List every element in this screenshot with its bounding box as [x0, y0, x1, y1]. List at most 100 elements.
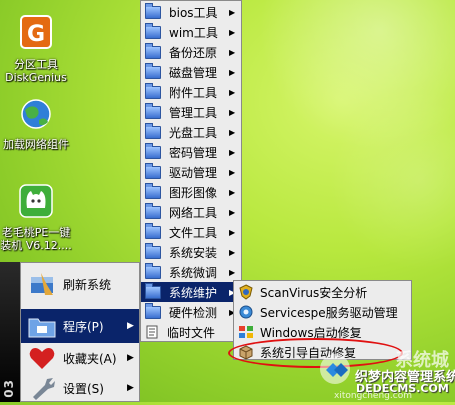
folder-icon	[145, 122, 161, 139]
menu-item-label: 图形图像	[169, 185, 218, 200]
menu-item-label: 临时文件	[167, 325, 216, 340]
submenu-arrow-icon: ▶	[229, 87, 236, 97]
submenu-arrow-icon: ▶	[229, 167, 236, 177]
start-item-programs[interactable]: 程序(P) ▶	[21, 309, 139, 343]
submenu-arrow-icon: ▶	[229, 247, 236, 257]
menu-item-file-tools[interactable]: 文件工具 ▶	[141, 222, 241, 242]
folder-icon	[145, 102, 161, 119]
menu-item-label: 磁盘管理	[169, 65, 218, 80]
folder-icon	[145, 242, 161, 259]
submenu-arrow-icon: ▶	[229, 47, 236, 57]
menu-item-servicespe[interactable]: Servicespe服务驱动管理	[234, 302, 411, 322]
menu-item-label: 光盘工具	[169, 125, 218, 140]
submenu-arrow-icon: ▶	[229, 187, 236, 197]
menu-item-label: 驱动管理	[169, 165, 218, 180]
programs-submenu: bios工具 ▶ wim工具 ▶ 备份还原 ▶ 磁盘管理 ▶ 附件工具 ▶ 管理工具 ▶ 光…	[140, 0, 242, 342]
watermark-logo	[320, 354, 350, 384]
menu-item-system-tweak[interactable]: 系统微调 ▶	[141, 262, 241, 282]
menu-item-label: Servicespe服务驱动管理	[260, 305, 398, 320]
folder-icon	[145, 142, 161, 159]
desktop-icon-laomaotao[interactable]: 老毛桃PE一键 装机 V6.12....	[0, 182, 72, 252]
menu-item-label: 管理工具	[169, 105, 218, 120]
menu-item-label: 系统安装	[169, 245, 218, 260]
folder-icon	[145, 282, 161, 299]
submenu-arrow-icon: ▶	[127, 321, 134, 331]
start-menu: 刷新系统 程序(P) ▶ 收藏夹(A) ▶ 设置(S) ▶	[20, 262, 140, 402]
menu-item-scanvirus[interactable]: ScanVirus安全分析	[234, 282, 411, 302]
menu-item-label: 文件工具	[169, 225, 218, 240]
submenu-arrow-icon: ▶	[229, 267, 236, 277]
wrench-icon	[33, 378, 55, 400]
menu-item-label: 硬件检测	[169, 305, 218, 320]
windows-logo-icon	[239, 326, 253, 338]
diskgenius-icon: G	[20, 15, 52, 49]
start-menu-side-strip: 03	[0, 262, 20, 402]
menu-item-graphics[interactable]: 图形图像 ▶	[141, 182, 241, 202]
submenu-arrow-icon: ▶	[229, 127, 236, 137]
submenu-arrow-icon: ▶	[229, 67, 236, 77]
desktop-icon-label: DiskGenius	[5, 71, 67, 84]
programs-folder-icon	[28, 318, 56, 338]
menu-item-wim-tools[interactable]: wim工具 ▶	[141, 22, 241, 42]
menu-item-admin-tools[interactable]: 管理工具 ▶	[141, 102, 241, 122]
menu-item-disc-tools[interactable]: 光盘工具 ▶	[141, 122, 241, 142]
folder-icon	[145, 162, 161, 179]
desktop-icon-network[interactable]: 加载网络组件	[0, 96, 72, 151]
folder-icon	[145, 42, 161, 59]
submenu-arrow-icon: ▶	[229, 7, 236, 17]
folder-icon	[145, 2, 161, 19]
folder-icon	[145, 62, 161, 79]
menu-item-bios-tools[interactable]: bios工具 ▶	[141, 2, 241, 22]
annotation-ellipse	[228, 338, 403, 368]
menu-item-system-maintenance[interactable]: 系统维护▶	[141, 282, 241, 302]
menu-item-password-management[interactable]: 密码管理 ▶	[141, 142, 241, 162]
svg-text:G: G	[27, 22, 45, 47]
menu-item-disk-management[interactable]: 磁盘管理 ▶	[141, 62, 241, 82]
start-item-refresh-system[interactable]: 刷新系统	[21, 267, 139, 301]
submenu-arrow-icon: ▶	[127, 383, 134, 393]
folder-icon	[145, 22, 161, 39]
folder-icon	[145, 82, 161, 99]
submenu-arrow-icon: ▶	[229, 227, 236, 237]
start-item-label: 收藏夹(A)	[63, 351, 117, 366]
start-item-label: 刷新系统	[63, 277, 112, 292]
start-item-favorites[interactable]: 收藏夹(A) ▶	[21, 341, 139, 375]
laomaotao-icon	[19, 184, 53, 218]
submenu-arrow-icon: ▶	[127, 353, 134, 363]
menu-item-driver-management[interactable]: 驱动管理 ▶	[141, 162, 241, 182]
start-item-label: 设置(S)	[63, 381, 104, 396]
menu-item-backup-restore[interactable]: 备份还原 ▶	[141, 42, 241, 62]
folder-icon	[145, 302, 161, 319]
menu-item-label: 附件工具	[169, 85, 218, 100]
menu-item-network-tools[interactable]: 网络工具 ▶	[141, 202, 241, 222]
menu-item-label: 系统微调	[169, 265, 218, 280]
desktop-icon-diskgenius[interactable]: G 分区工具 DiskGenius	[0, 14, 72, 84]
menu-item-label: 网络工具	[169, 205, 218, 220]
desktop-icon-label: 分区工具	[14, 58, 58, 71]
folder-icon	[145, 182, 161, 199]
desktop-icon-label: 装机 V6.12....	[0, 239, 72, 252]
menu-item-label: 系统维护	[169, 285, 218, 300]
document-icon	[146, 325, 158, 339]
submenu-arrow-icon: ▶	[229, 27, 236, 37]
menu-item-system-install[interactable]: 系统安装 ▶	[141, 242, 241, 262]
menu-item-temp-files[interactable]: 临时文件	[141, 322, 241, 342]
heart-icon	[29, 348, 55, 369]
start-item-settings[interactable]: 设置(S) ▶	[21, 371, 139, 405]
submenu-arrow-icon: ▶	[229, 147, 236, 157]
broom-icon	[31, 273, 53, 295]
folder-icon	[145, 202, 161, 219]
menu-item-accessories[interactable]: 附件工具 ▶	[141, 82, 241, 102]
menu-item-label: 备份还原	[169, 45, 218, 60]
folder-icon	[145, 262, 161, 279]
menu-item-label: bios工具	[169, 5, 218, 20]
network-globe-icon	[21, 99, 51, 129]
menu-item-label: wim工具	[169, 25, 218, 40]
gear-icon	[239, 305, 253, 319]
desktop-icon-label: 老毛桃PE一键	[1, 226, 71, 239]
submenu-arrow-icon: ▶	[229, 107, 236, 117]
desktop-icon-label: 加载网络组件	[3, 138, 69, 151]
folder-icon	[145, 222, 161, 239]
menu-item-label: 密码管理	[169, 145, 218, 160]
menu-item-hardware-test[interactable]: 硬件检测▶	[141, 302, 241, 322]
